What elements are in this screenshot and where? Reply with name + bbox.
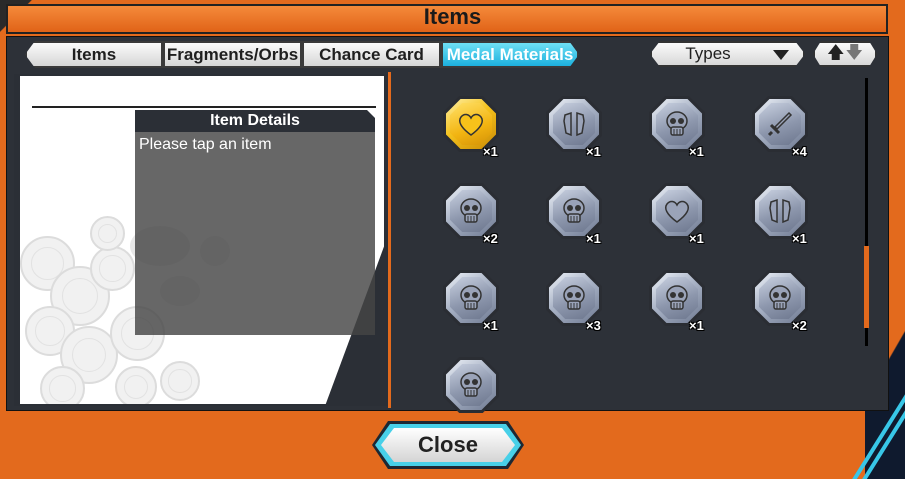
medal-count: ×1 — [586, 144, 601, 159]
tab-label: Items — [71, 44, 117, 64]
medal-item[interactable]: ×1 — [443, 270, 523, 340]
medal-item[interactable]: ×1 — [649, 96, 729, 166]
medal-count: ×1 — [689, 231, 704, 246]
tab-medal-materials[interactable]: Medal Materials — [441, 41, 579, 68]
medal-item[interactable]: ×2 — [443, 183, 523, 253]
medal-count: ×3 — [586, 318, 601, 333]
armor-icon — [759, 190, 801, 232]
tab-items[interactable]: Items — [25, 41, 163, 68]
types-dropdown[interactable]: Types — [650, 41, 805, 67]
medal-item[interactable]: ×1 — [546, 183, 626, 253]
triangle-down-icon — [773, 50, 789, 60]
medal-count: ×2 — [483, 231, 498, 246]
item-details-panel: Please tap an item — [135, 132, 375, 335]
medal-silver — [443, 357, 499, 413]
medal-item[interactable]: ×1 — [752, 183, 832, 253]
skull-icon — [656, 103, 698, 145]
medal-count: ×1 — [689, 144, 704, 159]
medal-item[interactable]: ×3 — [546, 270, 626, 340]
skull-icon — [656, 277, 698, 319]
item-details-text: Please tap an item — [139, 136, 272, 153]
medal-item[interactable]: ×1 — [649, 270, 729, 340]
close-button[interactable]: Close — [381, 428, 515, 462]
window-title: Items — [423, 4, 482, 29]
item-details-header: Item Details — [135, 110, 375, 132]
sort-down-icon: 🡇 — [845, 42, 863, 63]
tab-label: Fragments/Orbs — [166, 44, 299, 64]
medal-item[interactable]: ×1 — [443, 96, 523, 166]
medal-item[interactable]: ×1 — [649, 183, 729, 253]
skull-icon — [450, 190, 492, 232]
medal-count: ×1 — [483, 144, 498, 159]
tab-label: Medal Materials — [446, 44, 574, 64]
sort-button[interactable]: 🡅 🡇 — [813, 41, 877, 67]
medal-item[interactable]: ×1 — [546, 96, 626, 166]
close-button-label: Close — [418, 432, 478, 457]
armor-icon — [553, 103, 595, 145]
skull-icon — [450, 364, 492, 406]
medal-item[interactable]: ×2 — [752, 270, 832, 340]
sort-up-icon: 🡅 — [827, 42, 845, 63]
scrollbar-thumb[interactable] — [864, 246, 869, 328]
skull-icon — [553, 277, 595, 319]
heart-icon — [656, 190, 698, 232]
medal-count: ×4 — [792, 144, 807, 159]
tab-chance-card[interactable]: Chance Card — [302, 41, 441, 68]
medal-count: ×1 — [689, 318, 704, 333]
skull-icon — [553, 190, 595, 232]
medal-item[interactable] — [443, 357, 523, 427]
tab-fragments-orbs[interactable]: Fragments/Orbs — [163, 41, 302, 68]
medal-item[interactable]: ×4 — [752, 96, 832, 166]
skull-icon — [759, 277, 801, 319]
divider-line — [32, 106, 376, 108]
medal-count: ×1 — [792, 231, 807, 246]
skull-icon — [450, 277, 492, 319]
tab-label: Chance Card — [319, 44, 424, 64]
types-label: Types — [685, 44, 731, 63]
panel-divider — [388, 72, 391, 408]
medal-count: ×1 — [586, 231, 601, 246]
medal-count: ×2 — [792, 318, 807, 333]
heart-icon — [450, 103, 492, 145]
sword-icon — [759, 103, 801, 145]
medal-count: ×1 — [483, 318, 498, 333]
